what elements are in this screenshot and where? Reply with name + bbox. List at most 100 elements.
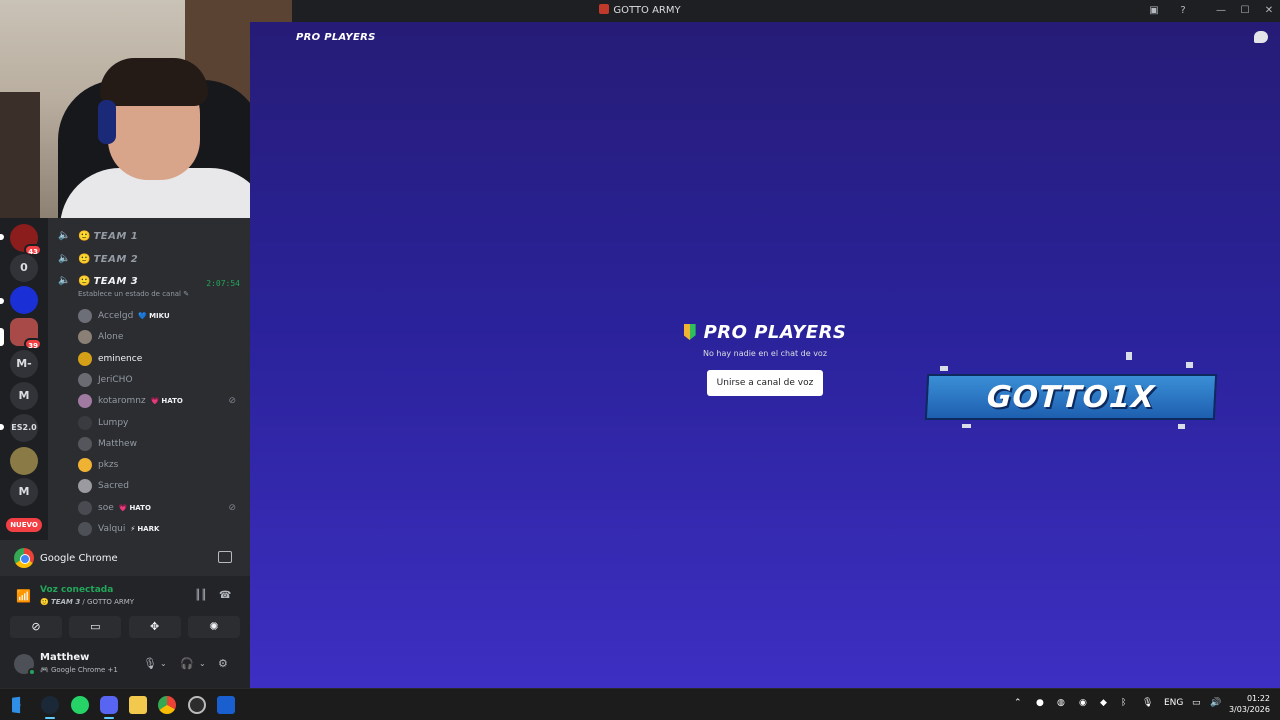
camera-off-button[interactable]: ⊘ [10,616,62,638]
chevron-down-icon[interactable]: ⌄ [199,659,206,668]
beginner-leaf-icon [683,324,696,340]
channel-emoji: 🙂 [78,253,91,265]
page-title: PRO PLAYERS [296,32,376,43]
stop-stream-icon[interactable] [218,551,232,563]
disconnect-icon[interactable]: ☎ [219,590,231,601]
tray-app-icon[interactable]: ● [1036,698,1044,708]
maximize-button[interactable]: ☐ [1237,3,1253,19]
stream-app-name: Google Chrome [40,552,118,564]
network-icon[interactable]: ▭ [1192,698,1201,708]
server-icon-9[interactable]: M [10,478,38,506]
server-icon-8[interactable] [10,447,38,475]
voice-member[interactable]: kotaromnz 💗 HATO ⊘ [78,392,240,410]
obs-icon[interactable] [188,696,206,714]
settings-gear-icon[interactable]: ⚙ [218,657,228,670]
voice-member[interactable]: soe 💗 HATO ⊘ [78,499,240,517]
join-voice-button[interactable]: Unirse a canal de voz [706,370,824,396]
webcam-person-hair [100,58,208,106]
server-icon-6[interactable]: M [10,382,38,410]
stream-preview-row[interactable]: Google Chrome [0,540,250,576]
voice-status[interactable]: Voz conectada [40,585,113,595]
avatar [78,500,92,515]
user-panel: Google Chrome 📶 Voz conectada 🙂 TEAM 3 /… [0,540,250,688]
volume-icon[interactable]: 🔊 [1210,698,1221,708]
set-channel-status[interactable]: Establece un estado de canal ✎ [78,290,189,298]
avatar [78,372,92,387]
help-icon[interactable]: ? [1175,3,1191,19]
avatar [78,479,92,494]
language-indicator[interactable]: ENG [1164,698,1183,708]
headphones-icon[interactable]: 🎧 [180,657,194,670]
noise-suppression-icon[interactable]: ║║ [195,590,207,601]
server-icon-2[interactable]: 0 [10,254,38,282]
chevron-down-icon[interactable]: ⌄ [160,659,167,668]
current-user: Matthew 🎮 Google Chrome +1 🎙 ⌄ 🎧 ⌄ ⚙ [0,644,250,688]
server-icon-1[interactable]: 43 [10,224,42,256]
avatar [78,522,92,536]
app-icon[interactable] [217,696,235,714]
soundboard-button[interactable]: ✺ [187,616,240,638]
gotto1x-logo-banner: GOTTO1X [924,374,1218,420]
voice-channel-team-2[interactable]: 🔈 🙂 TEAM 2 [58,250,138,268]
show-hidden-icons[interactable]: ⌃ [1014,698,1022,708]
voice-channel-name: TEAM 3 [93,275,139,287]
server-icon-7[interactable]: ES2.0 [10,414,38,442]
avatar [78,394,92,409]
tray-app-icon[interactable]: ◆ [1100,698,1107,708]
steam-icon[interactable] [41,696,59,714]
voice-channel-name: TEAM 2 [93,253,139,265]
voice-member[interactable]: pkzs [78,456,240,474]
microphone-icon[interactable]: 🎙 [143,657,157,670]
bluetooth-icon[interactable]: ᛒ [1121,698,1126,708]
user-activity: 🎮 Google Chrome +1 [40,666,118,674]
server-icon-gotto-army[interactable]: 39 [10,318,42,350]
active-indicator [104,717,114,719]
member-name: JeriCHO [98,374,133,385]
member-name: Alone [98,332,124,343]
discord-icon[interactable] [100,696,118,714]
clan-tag-label: MIKU [149,312,170,320]
voice-member[interactable]: Sacred [78,477,240,495]
system-clock[interactable]: 01:22 3/03/2026 [1229,693,1270,715]
signal-icon[interactable]: 📶 [16,589,31,603]
screen-share-icon[interactable]: ▣ [1146,3,1162,19]
file-explorer-icon[interactable] [129,696,147,714]
chat-bubble-icon[interactable] [1254,31,1268,43]
avatar [78,309,92,323]
windows-start-icon[interactable] [12,696,21,714]
whatsapp-icon[interactable] [71,696,89,714]
voice-action-buttons: ⊘ ▭ ✥ ✺ [10,616,240,638]
minimize-button[interactable]: — [1213,3,1229,19]
voice-member[interactable]: JeriCHO [78,371,240,389]
voice-channel-team-3[interactable]: 🔈 🙂 TEAM 3 [58,272,138,290]
member-name: kotaromnz [98,396,146,407]
member-name: eminence [98,353,143,364]
voice-member[interactable]: Lumpy [78,414,240,432]
voice-member[interactable]: Valqui ⚡ HARK [78,520,240,538]
server-icon-3[interactable] [10,286,38,314]
banner-fragment [1126,352,1132,360]
avatar [78,458,92,473]
clan-tag: 💗 HATO [119,504,151,512]
close-button[interactable]: ✕ [1261,3,1277,19]
voice-member[interactable]: Alone [78,328,240,346]
server-icon-5[interactable]: M- [10,350,38,378]
share-screen-button[interactable]: ▭ [69,616,122,638]
banner-fragment [940,366,948,371]
activities-button[interactable]: ✥ [128,616,181,638]
steam-tray-icon[interactable]: ◉ [1079,698,1087,708]
tray-app-icon[interactable]: ◍ [1057,698,1065,708]
voice-member[interactable]: Matthew [78,435,240,453]
voice-channel-team-1[interactable]: 🔈 🙂 TEAM 1 [58,227,138,245]
main-voice-view: PRO PLAYERS PRO PLAYERS No hay nadie en … [250,22,1280,688]
avatar [78,351,92,366]
chrome-taskbar-icon[interactable] [158,696,176,714]
username[interactable]: Matthew [40,652,89,663]
clan-tag: 💗 HATO [151,397,183,405]
webcam-background-shelf [0,92,40,218]
empty-state-subtitle: No hay nadie en el chat de voz [702,349,828,358]
voice-member[interactable]: eminence [78,350,240,368]
voice-member[interactable]: Accelgd 💙 MIKU [78,307,240,325]
clan-tag: 💙 MIKU [138,312,169,320]
microphone-tray-icon[interactable]: 🎙 [1142,698,1153,708]
